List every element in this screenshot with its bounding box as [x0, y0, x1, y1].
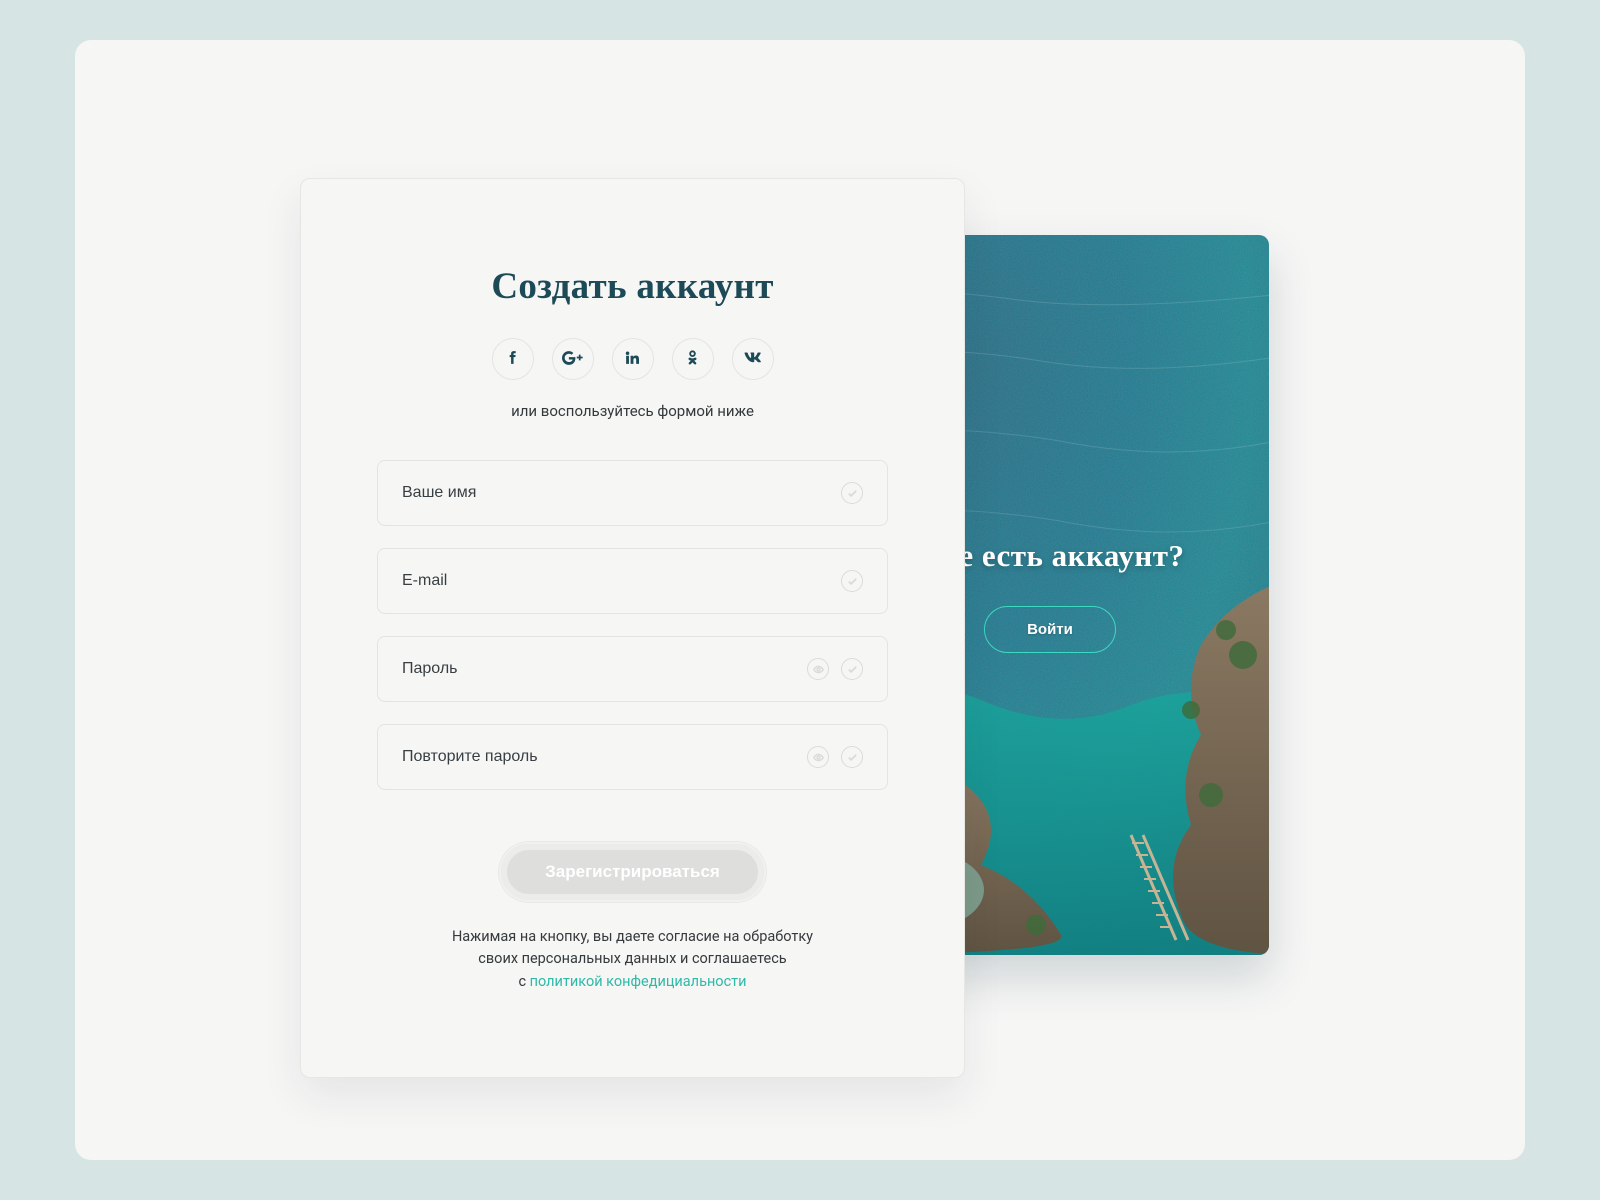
register-button[interactable]: Зарегистрироваться: [499, 842, 766, 902]
password-input[interactable]: [402, 660, 807, 678]
facebook-icon: [504, 349, 521, 369]
vk-icon: [744, 349, 761, 369]
signup-fields: [377, 460, 888, 790]
linkedin-button[interactable]: [612, 338, 654, 380]
google-plus-icon: [562, 347, 584, 372]
signup-title: Создать аккаунт: [491, 265, 773, 308]
check-circle-icon: [841, 658, 863, 680]
password-repeat-input[interactable]: [402, 748, 807, 766]
google-plus-button[interactable]: [552, 338, 594, 380]
login-button[interactable]: Войти: [984, 606, 1116, 653]
name-field-wrapper: [377, 460, 888, 526]
linkedin-icon: [624, 349, 641, 369]
legal-line-2: своих персональных данных и соглашаетесь: [478, 950, 786, 967]
check-circle-icon: [841, 746, 863, 768]
password-repeat-field-wrapper: [377, 724, 888, 790]
eye-icon[interactable]: [807, 746, 829, 768]
check-circle-icon: [841, 570, 863, 592]
page-surface: Уже есть аккаунт? Войти Создать аккаунт: [75, 40, 1525, 1160]
check-circle-icon: [841, 482, 863, 504]
email-field-wrapper: [377, 548, 888, 614]
legal-text: Нажимая на кнопку, вы даете согласие на …: [452, 926, 813, 993]
privacy-policy-link[interactable]: политикой конфедициальности: [530, 973, 747, 990]
social-login-row: [492, 338, 774, 380]
password-field-wrapper: [377, 636, 888, 702]
signup-subtitle: или воспользуйтесь формой ниже: [511, 402, 754, 420]
email-input[interactable]: [402, 572, 841, 590]
vk-button[interactable]: [732, 338, 774, 380]
odnoklassniki-button[interactable]: [672, 338, 714, 380]
facebook-button[interactable]: [492, 338, 534, 380]
odnoklassniki-icon: [684, 349, 701, 369]
name-input[interactable]: [402, 484, 841, 502]
legal-prefix: c: [518, 973, 529, 990]
legal-line-1: Нажимая на кнопку, вы даете согласие на …: [452, 928, 813, 945]
signup-card: Создать аккаунт: [300, 178, 965, 1078]
eye-icon[interactable]: [807, 658, 829, 680]
